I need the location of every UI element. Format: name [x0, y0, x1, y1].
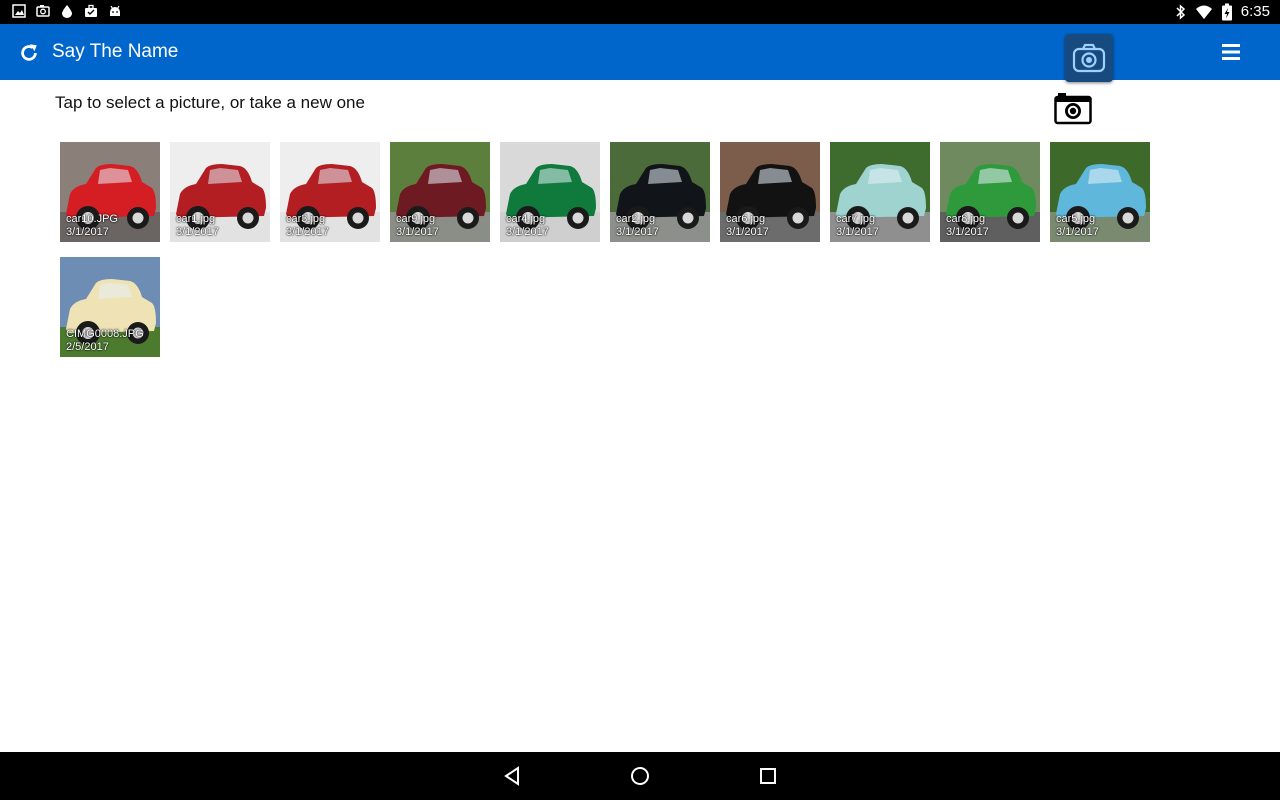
camera-icon	[1072, 43, 1106, 73]
picture-filename: car4.jpg	[506, 213, 546, 225]
picture-date: 3/1/2017	[506, 226, 549, 238]
menu-icon[interactable]	[1219, 40, 1243, 64]
picture-thumbnail[interactable]: car10.JPG 3/1/2017	[60, 142, 160, 242]
picture-date: 3/1/2017	[726, 226, 769, 238]
image-icon	[12, 4, 26, 18]
picture-filename: car1.jpg	[176, 213, 216, 225]
picture-date: 3/1/2017	[66, 226, 109, 238]
picture-caption: car5.jpg 3/1/2017	[1056, 213, 1099, 239]
picture-filename: CIMG0008.JPG	[66, 328, 144, 340]
picture-caption: car8.jpg 3/1/2017	[946, 213, 989, 239]
picture-filename: car2.jpg	[616, 213, 656, 225]
picture-filename: car3.jpg	[286, 213, 326, 225]
picture-date: 3/1/2017	[286, 226, 329, 238]
picture-thumbnail[interactable]: car8.jpg 3/1/2017	[940, 142, 1040, 242]
picture-filename: car10.JPG	[66, 213, 118, 225]
picture-thumbnail[interactable]: car2.jpg 3/1/2017	[610, 142, 710, 242]
refresh-icon[interactable]	[18, 42, 40, 64]
battery-icon	[1221, 3, 1232, 21]
picture-caption: CIMG0008.JPG 2/5/2017	[66, 328, 144, 354]
picture-thumbnail[interactable]: car4.jpg 3/1/2017	[500, 142, 600, 242]
status-bar: 6:35	[0, 0, 1280, 24]
status-time: 6:35	[1240, 3, 1270, 20]
picture-filename: car5.jpg	[1056, 213, 1096, 225]
drop-icon	[62, 5, 72, 18]
picture-caption: car7.jpg 3/1/2017	[836, 213, 879, 239]
picture-date: 2/5/2017	[66, 341, 109, 353]
home-icon[interactable]	[628, 764, 652, 788]
system-icons: 6:35	[1175, 3, 1270, 21]
picture-caption: car6.jpg 3/1/2017	[726, 213, 769, 239]
picture-caption: car1.jpg 3/1/2017	[176, 213, 219, 239]
picture-thumbnail[interactable]: car3.jpg 3/1/2017	[280, 142, 380, 242]
picture-filename: car8.jpg	[946, 213, 986, 225]
back-icon[interactable]	[500, 764, 524, 788]
picture-thumbnail[interactable]: car5.jpg 3/1/2017	[1050, 142, 1150, 242]
picture-date: 3/1/2017	[836, 226, 879, 238]
picture-thumbnail[interactable]: car7.jpg 3/1/2017	[830, 142, 930, 242]
camera-icon	[36, 5, 50, 17]
bluetooth-icon	[1176, 4, 1185, 20]
android-icon	[110, 5, 120, 16]
navigation-bar	[0, 752, 1280, 800]
recents-icon[interactable]	[756, 764, 780, 788]
picture-thumbnail[interactable]: car9.jpg 3/1/2017	[390, 142, 490, 242]
picture-caption: car10.JPG 3/1/2017	[66, 213, 118, 239]
briefcase-icon	[85, 4, 97, 17]
notification-icons	[12, 4, 122, 18]
instruction-text: Tap to select a picture, or take a new o…	[55, 93, 365, 112]
picture-caption: car2.jpg 3/1/2017	[616, 213, 659, 239]
app-title: Say The Name	[52, 41, 179, 62]
app-bar: Say The Name	[0, 24, 1280, 82]
picture-filename: car9.jpg	[396, 213, 436, 225]
picture-filename: car7.jpg	[836, 213, 876, 225]
picture-thumbnail[interactable]: CIMG0008.JPG 2/5/2017	[60, 257, 160, 357]
picture-thumbnail[interactable]: car6.jpg 3/1/2017	[720, 142, 820, 242]
picture-date: 3/1/2017	[946, 226, 989, 238]
picture-date: 3/1/2017	[616, 226, 659, 238]
picture-caption: car9.jpg 3/1/2017	[396, 213, 439, 239]
wifi-icon	[1195, 5, 1212, 19]
take-photo-camera-icon[interactable]	[1054, 91, 1092, 125]
picture-date: 3/1/2017	[1056, 226, 1099, 238]
camera-button[interactable]	[1065, 34, 1113, 82]
picture-thumbnail[interactable]: car1.jpg 3/1/2017	[170, 142, 270, 242]
picture-caption: car4.jpg 3/1/2017	[506, 213, 549, 239]
picture-filename: car6.jpg	[726, 213, 766, 225]
picture-caption: car3.jpg 3/1/2017	[286, 213, 329, 239]
picture-date: 3/1/2017	[396, 226, 439, 238]
picture-date: 3/1/2017	[176, 226, 219, 238]
